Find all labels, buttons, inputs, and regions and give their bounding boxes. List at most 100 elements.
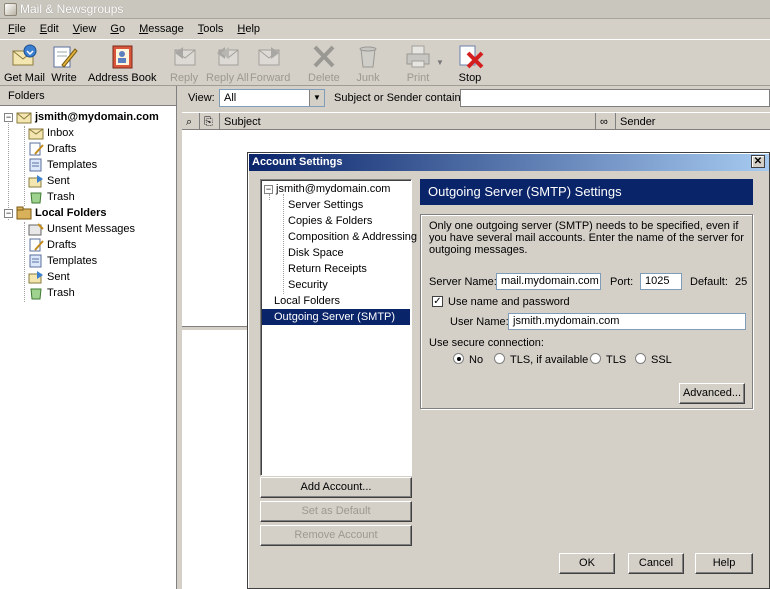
folder-pane-header: Folders <box>0 86 176 106</box>
account-folder-row[interactable]: − jsmith@mydomain.com <box>4 109 159 125</box>
stop-button[interactable]: Stop <box>456 43 484 84</box>
sender-column[interactable]: Sender <box>616 113 770 130</box>
local-folders-icon <box>16 206 32 220</box>
get-mail-button[interactable]: Get Mail <box>4 43 45 84</box>
reply-icon <box>174 47 196 66</box>
junk-button[interactable]: Junk <box>354 43 382 84</box>
secure-connection-label: Use secure connection: <box>429 337 544 349</box>
write-button[interactable]: Write <box>50 43 78 84</box>
delete-icon <box>313 45 335 68</box>
mail-account-icon <box>16 112 32 124</box>
menu-file[interactable]: File <box>0 23 32 35</box>
local-folder-templates[interactable]: Templates <box>28 253 97 269</box>
folder-drafts[interactable]: Drafts <box>28 141 76 157</box>
tree-return-receipts[interactable]: Return Receipts <box>288 261 367 277</box>
menu-view[interactable]: View <box>65 23 103 35</box>
dialog-title: Account Settings <box>249 154 769 171</box>
close-icon[interactable]: ✕ <box>751 155 765 168</box>
advanced-button[interactable]: Advanced... <box>679 383 745 404</box>
port-input[interactable]: 1025 <box>640 273 682 290</box>
menu-bar: File Edit View Go Message Tools Help <box>0 19 770 39</box>
account-settings-dialog: Account Settings ✕ − jsmith@mydomain.com… <box>247 152 770 589</box>
collapse-icon[interactable]: − <box>4 112 13 122</box>
server-name-input[interactable]: mail.mydomain.com <box>496 273 601 290</box>
use-auth-checkbox[interactable]: ✓ <box>432 296 443 307</box>
subject-column[interactable]: Subject <box>220 113 596 130</box>
tree-account[interactable]: − jsmith@mydomain.com <box>264 181 390 197</box>
server-name-label: Server Name: <box>429 276 497 288</box>
reply-all-icon <box>217 47 239 66</box>
menu-go[interactable]: Go <box>102 23 131 35</box>
view-label: View: <box>188 92 215 104</box>
set-default-button[interactable]: Set as Default <box>260 501 412 522</box>
secure-ssl-radio[interactable] <box>635 353 646 364</box>
attachment-column-icon[interactable]: ⎘ <box>200 113 220 130</box>
tree-server-settings[interactable]: Server Settings <box>288 197 363 213</box>
help-button[interactable]: Help <box>695 553 753 574</box>
local-folder-trash[interactable]: Trash <box>28 285 75 301</box>
collapse-icon[interactable]: − <box>4 208 13 218</box>
search-input[interactable] <box>460 89 770 107</box>
tree-disk-space[interactable]: Disk Space <box>288 245 344 261</box>
print-dropdown-icon[interactable]: ▼ <box>436 58 444 67</box>
reply-button[interactable]: Reply <box>170 43 198 84</box>
tree-outgoing-server[interactable]: Outgoing Server (SMTP) <box>262 309 410 325</box>
print-button[interactable]: Print <box>404 43 432 84</box>
thread-column-header: ⌕ ⎘ Subject ∞ Sender <box>182 112 770 130</box>
account-tree: − jsmith@mydomain.com Server Settings Co… <box>260 179 417 476</box>
read-column-icon[interactable]: ∞ <box>596 113 616 130</box>
secure-tls-available-radio[interactable] <box>494 353 505 364</box>
cancel-button[interactable]: Cancel <box>628 553 684 574</box>
default-port-value: 25 <box>735 276 748 288</box>
delete-button[interactable]: Delete <box>308 43 340 84</box>
local-folder-sent[interactable]: Sent <box>28 269 70 285</box>
tree-security[interactable]: Security <box>288 277 328 293</box>
menu-message[interactable]: Message <box>131 23 190 35</box>
collapse-icon[interactable]: − <box>264 184 273 194</box>
use-auth-label[interactable]: Use name and password <box>448 296 570 308</box>
remove-account-button[interactable]: Remove Account <box>260 525 412 546</box>
forward-button[interactable]: Forward <box>250 43 290 84</box>
menu-edit[interactable]: Edit <box>32 23 65 35</box>
sent-icon <box>28 175 43 188</box>
smtp-description: Only one outgoing server (SMTP) needs to… <box>429 220 744 256</box>
reply-all-button[interactable]: Reply All <box>206 43 249 84</box>
secure-ssl-label[interactable]: SSL <box>651 354 672 366</box>
thread-column-icon[interactable]: ⌕ <box>182 113 200 130</box>
ok-button[interactable]: OK <box>559 553 615 574</box>
local-folder-drafts[interactable]: Drafts <box>28 237 76 253</box>
folder-trash[interactable]: Trash <box>28 189 75 205</box>
forward-icon <box>258 47 280 66</box>
secure-no-radio[interactable] <box>453 353 464 364</box>
secure-no-label[interactable]: No <box>469 354 483 366</box>
smtp-settings-group: Only one outgoing server (SMTP) needs to… <box>420 214 753 409</box>
secure-tls-radio[interactable] <box>590 353 601 364</box>
user-name-label: User Name: <box>450 316 509 328</box>
menu-help[interactable]: Help <box>229 23 266 35</box>
address-book-icon <box>112 45 133 69</box>
sent-icon <box>28 271 43 284</box>
tree-local-folders[interactable]: Local Folders <box>274 293 340 309</box>
secure-tls-available-label[interactable]: TLS, if available <box>510 354 588 366</box>
tree-copies-folders[interactable]: Copies & Folders <box>288 213 372 229</box>
user-name-input[interactable]: jsmith.mydomain.com <box>508 313 746 330</box>
local-folders-row[interactable]: − Local Folders <box>4 205 107 221</box>
local-folders-label: Local Folders <box>35 207 107 219</box>
tree-composition[interactable]: Composition & Addressing <box>288 229 417 245</box>
secure-tls-label[interactable]: TLS <box>606 354 626 366</box>
folder-inbox[interactable]: Inbox <box>28 125 74 141</box>
address-book-button[interactable]: Address Book <box>88 43 156 84</box>
menu-tools[interactable]: Tools <box>190 23 230 35</box>
folder-unsent[interactable]: Unsent Messages <box>28 221 135 237</box>
chevron-down-icon[interactable]: ▼ <box>309 90 324 106</box>
write-icon <box>53 46 78 68</box>
view-select[interactable]: All ▼ <box>219 89 325 107</box>
mail-app-icon <box>4 2 17 16</box>
print-icon <box>406 45 430 68</box>
folder-templates[interactable]: Templates <box>28 157 97 173</box>
templates-icon <box>29 158 42 172</box>
folder-sent[interactable]: Sent <box>28 173 70 189</box>
add-account-button[interactable]: Add Account... <box>260 477 412 498</box>
window-titlebar: Mail & Newsgroups <box>0 0 770 19</box>
junk-icon <box>359 46 377 68</box>
